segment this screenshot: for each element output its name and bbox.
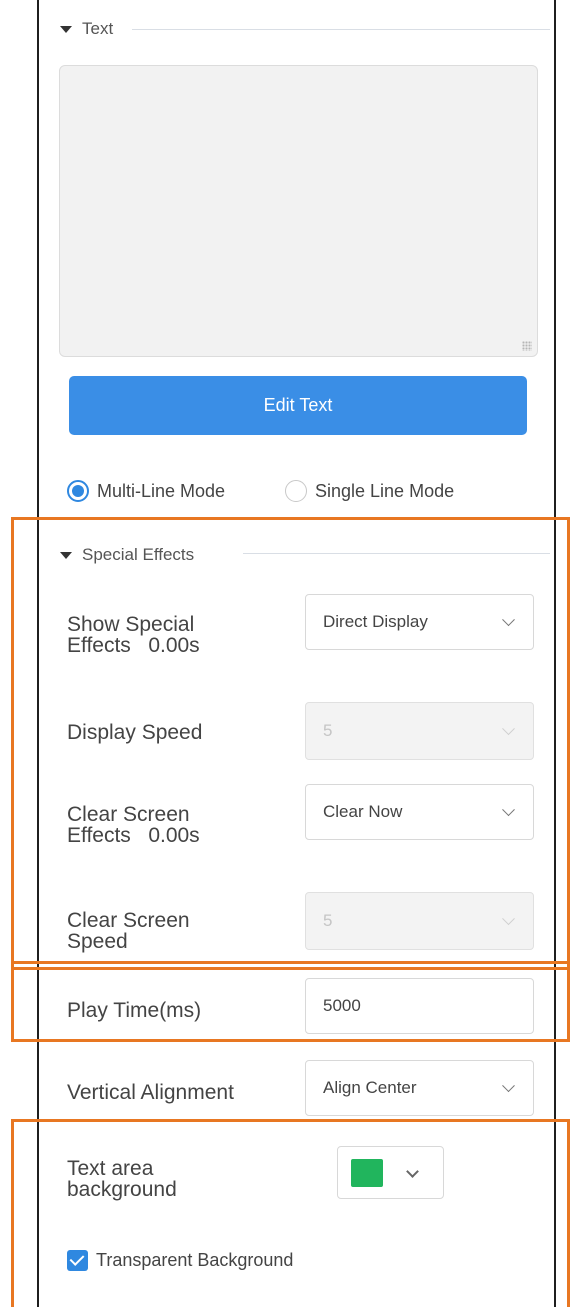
- special-effects-title: Special Effects: [82, 545, 195, 564]
- edit-text-button[interactable]: Edit Text: [69, 376, 527, 435]
- play-time-label: Play Time(ms): [67, 999, 202, 1022]
- multi-line-mode-radio[interactable]: Multi-Line Mode: [67, 480, 225, 502]
- chevron-down-icon: [502, 722, 515, 736]
- chevron-down-icon: [502, 912, 515, 926]
- chevron-down-icon: [502, 613, 515, 627]
- display-speed-select: 5: [305, 702, 534, 760]
- clear-effects-label: Clear Screen Effects 0.00s: [67, 803, 200, 847]
- chevron-down-icon: [502, 803, 515, 817]
- text-area-background-label: Text area background: [67, 1157, 177, 1201]
- section-divider: [132, 29, 550, 30]
- collapse-triangle-icon: [60, 25, 72, 33]
- background-color-picker[interactable]: [337, 1146, 444, 1199]
- clear-effects-select[interactable]: Clear Now: [305, 784, 534, 840]
- chevron-down-icon: [406, 1165, 419, 1178]
- vertical-alignment-select[interactable]: Align Center: [305, 1060, 534, 1116]
- color-swatch: [351, 1159, 383, 1187]
- transparent-background-checkbox[interactable]: Transparent Background: [67, 1250, 293, 1271]
- clear-speed-label: Clear Screen Speed: [67, 909, 190, 953]
- transparent-background-label: Transparent Background: [96, 1250, 294, 1270]
- vertical-alignment-label: Vertical Alignment: [67, 1081, 234, 1104]
- show-effects-select[interactable]: Direct Display: [305, 594, 534, 650]
- clear-speed-select: 5: [305, 892, 534, 950]
- special-effects-section-header[interactable]: Special Effects: [60, 545, 194, 565]
- single-line-mode-label: Single Line Mode: [315, 480, 455, 501]
- multi-line-mode-label: Multi-Line Mode: [97, 480, 226, 501]
- display-speed-label: Display Speed: [67, 721, 203, 744]
- play-time-input[interactable]: 5000: [305, 978, 534, 1034]
- radio-unchecked-icon[interactable]: [285, 480, 307, 502]
- text-section-header[interactable]: Text: [60, 19, 113, 39]
- resize-grip-icon[interactable]: [522, 341, 532, 351]
- checkbox-checked-icon[interactable]: [67, 1250, 88, 1271]
- text-content-textarea[interactable]: [59, 65, 538, 357]
- single-line-mode-radio[interactable]: Single Line Mode: [285, 480, 454, 502]
- chevron-down-icon: [502, 1079, 515, 1093]
- collapse-triangle-icon: [60, 551, 72, 559]
- radio-checked-icon[interactable]: [67, 480, 89, 502]
- text-section-title: Text: [82, 19, 114, 38]
- show-effects-label: Show Special Effects 0.00s: [67, 613, 200, 657]
- section-divider: [243, 553, 550, 554]
